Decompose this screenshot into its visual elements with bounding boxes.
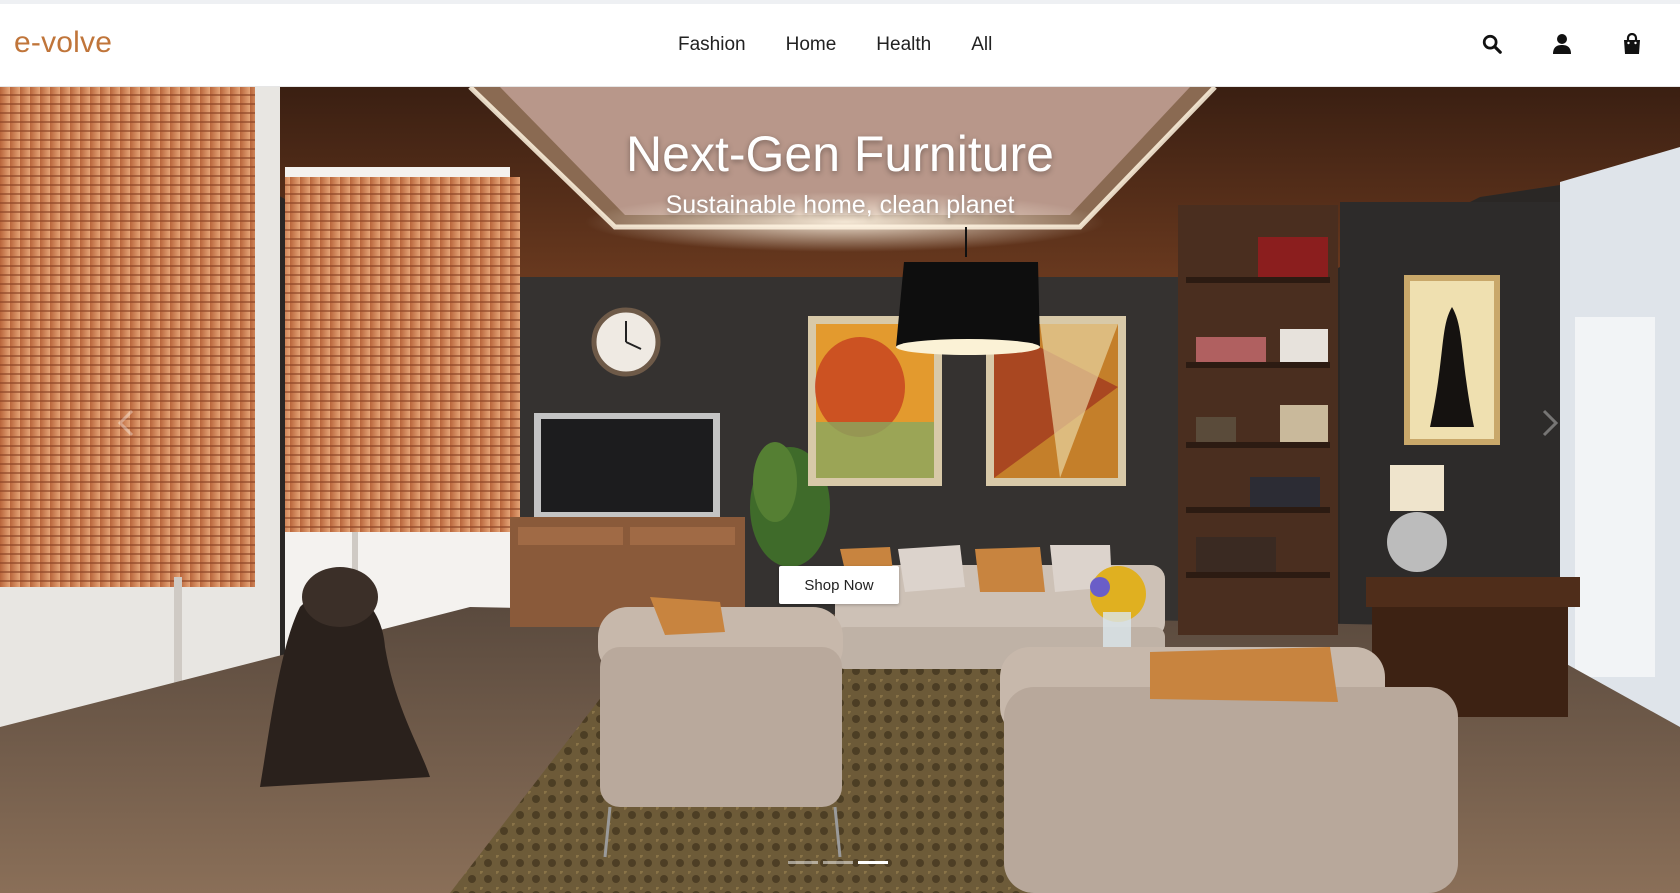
shopping-bag-icon[interactable] [1620, 32, 1644, 56]
nav-item-fashion[interactable]: Fashion [678, 34, 746, 56]
carousel-indicator-3[interactable] [858, 861, 888, 864]
carousel-prev-arrow[interactable] [106, 403, 146, 443]
hero-title: Next-Gen Furniture [626, 126, 1054, 182]
carousel-indicator-1[interactable] [788, 861, 818, 864]
carousel-indicators [788, 861, 888, 864]
page: e-volve Fashion Home Health All Next-Gen… [0, 0, 1680, 893]
nav-item-health[interactable]: Health [876, 34, 931, 56]
user-icon[interactable] [1550, 32, 1574, 56]
brand-logo[interactable]: e-volve [14, 26, 112, 60]
header-icons [1480, 32, 1644, 56]
carousel-next-arrow[interactable] [1530, 403, 1570, 443]
main-nav: Fashion Home Health All [678, 34, 992, 56]
navbar: e-volve Fashion Home Health All [0, 4, 1680, 87]
chevron-left-icon [117, 409, 134, 437]
search-icon[interactable] [1480, 32, 1504, 56]
carousel-indicator-2[interactable] [823, 861, 853, 864]
chevron-right-icon [1542, 409, 1559, 437]
hero-carousel: Next-Gen Furniture Sustainable home, cle… [0, 87, 1680, 893]
shop-now-button[interactable]: Shop Now [779, 566, 899, 604]
nav-item-home[interactable]: Home [786, 34, 837, 56]
hero-subtitle: Sustainable home, clean planet [665, 191, 1015, 219]
nav-item-all[interactable]: All [971, 34, 992, 56]
